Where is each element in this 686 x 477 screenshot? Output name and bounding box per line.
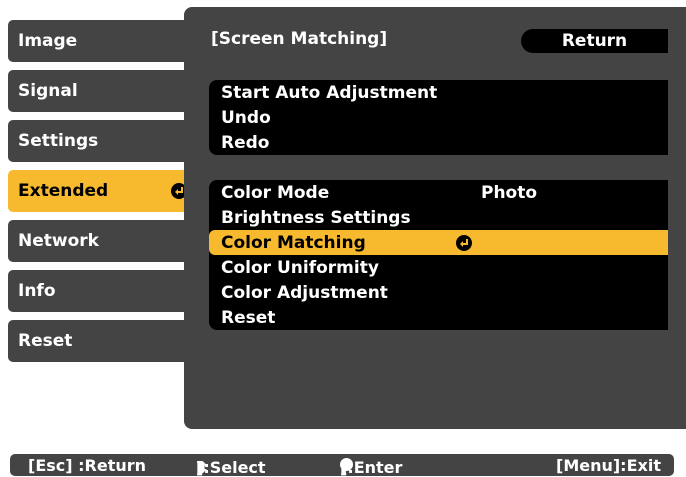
- help-menu-exit: [Menu]:Exit: [556, 456, 661, 475]
- tab-label: Reset: [18, 331, 73, 351]
- menu-item-reset[interactable]: Reset: [209, 305, 668, 330]
- help-esc: [Esc] :Return: [28, 456, 147, 475]
- menu-item-label: Reset: [221, 307, 276, 328]
- menu-item-label: Undo: [221, 107, 271, 128]
- menu-item-label: Color Uniformity: [221, 257, 379, 278]
- menu-item-color-mode[interactable]: Color Mode Photo: [209, 180, 668, 205]
- enter-icon: [456, 234, 472, 251]
- tab-label: Extended: [18, 181, 109, 201]
- menu-item-label: Redo: [221, 132, 270, 153]
- menu-item-label: Brightness Settings: [221, 207, 411, 228]
- color-menu-group: Color Mode Photo Brightness Settings Col…: [209, 180, 668, 330]
- menu-item-label: Color Matching: [221, 232, 366, 253]
- menu-item-color-adjustment[interactable]: Color Adjustment: [209, 280, 668, 305]
- tab-reset[interactable]: Reset: [8, 320, 197, 362]
- menu-item-label: Color Mode: [221, 182, 330, 203]
- help-bar: [Esc] :Return [⬍]:Select []:Enter [Menu]…: [10, 454, 674, 477]
- tab-label: Settings: [18, 131, 99, 151]
- color-mode-value: Photo: [481, 182, 538, 203]
- tab-info[interactable]: Info: [8, 270, 197, 312]
- tab-image[interactable]: Image: [8, 20, 197, 62]
- menu-item-label: Color Adjustment: [221, 282, 388, 303]
- page-title: [Screen Matching]: [211, 29, 388, 49]
- tab-label: Image: [18, 31, 78, 51]
- menu-item-color-matching[interactable]: Color Matching: [209, 230, 668, 255]
- tab-signal[interactable]: Signal: [8, 70, 197, 112]
- tab-extended[interactable]: Extended: [8, 170, 197, 212]
- help-select-label: ]:Select: [196, 458, 266, 477]
- adjustment-menu-group: Start Auto Adjustment Undo Redo: [209, 80, 668, 155]
- return-button[interactable]: Return: [521, 29, 668, 53]
- tab-settings[interactable]: Settings: [8, 120, 197, 162]
- tab-label: Info: [18, 281, 56, 301]
- tab-label: Signal: [18, 81, 78, 101]
- menu-item-undo[interactable]: Undo: [209, 105, 668, 130]
- tab-network[interactable]: Network: [8, 220, 197, 262]
- menu-item-label: Start Auto Adjustment: [221, 82, 438, 103]
- submenu-panel: [Screen Matching] Return Start Auto Adju…: [184, 7, 686, 429]
- menu-item-redo[interactable]: Redo: [209, 130, 668, 155]
- tab-label: Network: [18, 231, 99, 251]
- menu-item-color-uniformity[interactable]: Color Uniformity: [209, 255, 668, 280]
- help-enter-label: ]:Enter: [340, 458, 403, 477]
- menu-item-brightness-settings[interactable]: Brightness Settings: [209, 205, 668, 230]
- menu-item-start-auto-adjustment[interactable]: Start Auto Adjustment: [209, 80, 668, 105]
